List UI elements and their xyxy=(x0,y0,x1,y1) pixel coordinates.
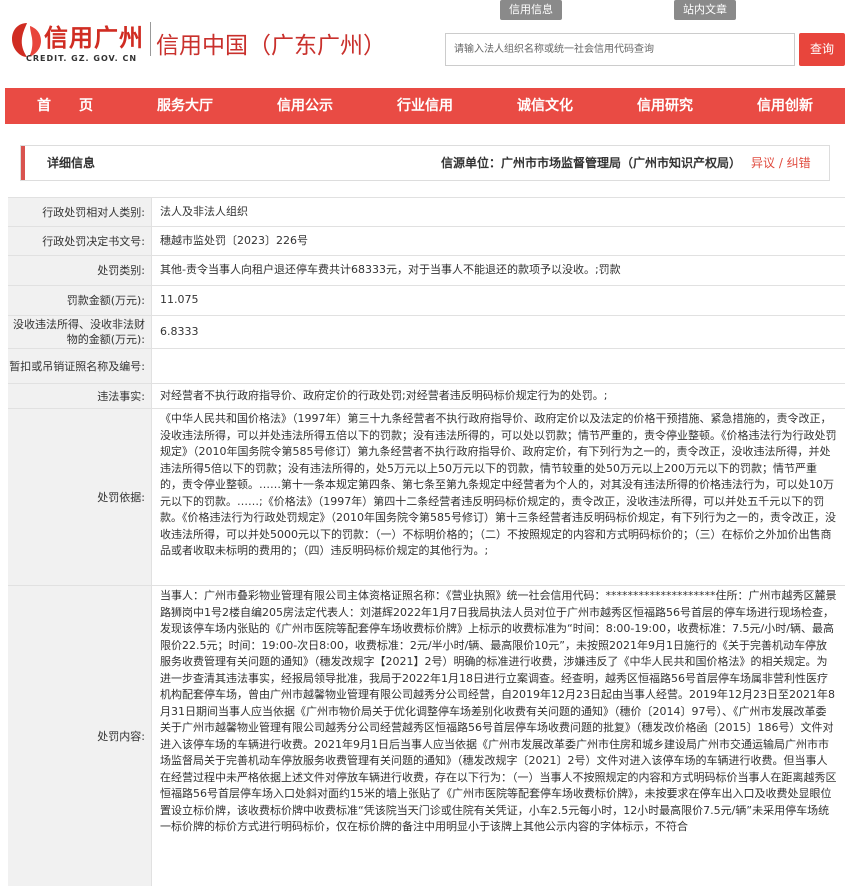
nav-item-credit-research[interactable]: 信用研究 xyxy=(605,88,725,124)
table-row: 行政处罚相对人类别: 法人及非法人组织 xyxy=(8,197,845,227)
main-nav: 首 页 服务大厅 信用公示 行业信用 诚信文化 信用研究 信用创新 xyxy=(5,88,845,124)
search-input[interactable]: 请输入法人组织名称或统一社会信用代码查询 xyxy=(445,33,795,66)
nav-item-credit-innovation[interactable]: 信用创新 xyxy=(725,88,845,124)
row-label: 没收违法所得、没收非法财物的金额(万元): xyxy=(8,316,151,348)
table-row: 处罚依据: 《中华人民共和国价格法》（1997年）第三十九条经营者不执行政府指导… xyxy=(8,409,845,586)
site-title: 信用中国（广东广州） xyxy=(156,33,386,59)
nav-item-credit-publicity[interactable]: 信用公示 xyxy=(245,88,365,124)
logo-text: 信用广州 xyxy=(44,24,144,52)
row-value: 11.075 xyxy=(151,286,845,315)
row-label: 处罚依据: xyxy=(8,409,151,585)
search-button[interactable]: 查询 xyxy=(799,33,845,66)
row-label: 行政处罚决定书文号: xyxy=(8,227,151,255)
row-value: 穗越市监处罚〔2023〕226号 xyxy=(151,227,845,255)
header-divider xyxy=(150,22,151,56)
row-value: 当事人：广州市叠彩物业管理有限公司主体资格证照名称：《营业执照》统一社会信用代码… xyxy=(151,586,845,886)
row-label: 处罚内容: xyxy=(8,586,151,886)
nav-item-service-hall[interactable]: 服务大厅 xyxy=(125,88,245,124)
source-unit: 信源单位：广州市市场监督管理局（广州市知识产权局） xyxy=(441,156,742,170)
row-value: 6.8333 xyxy=(151,316,845,348)
table-row: 行政处罚决定书文号: 穗越市监处罚〔2023〕226号 xyxy=(8,227,845,256)
detail-title: 详细信息 xyxy=(47,156,96,170)
detail-accent xyxy=(21,146,25,180)
nav-item-integrity-culture[interactable]: 诚信文化 xyxy=(485,88,605,124)
row-label: 处罚类别: xyxy=(8,256,151,285)
row-value: 对经营者不执行政府指导价、政府定价的行政处罚;对经营者违反明码标价规定行为的处罚… xyxy=(151,384,845,408)
tab-site-articles[interactable]: 站内文章 xyxy=(674,0,736,20)
row-label: 罚款金额(万元): xyxy=(8,286,151,315)
row-value: 其他-责令当事人向租户退还停车费共计68333元，对于当事人不能退还的款项予以没… xyxy=(151,256,845,285)
table-row: 处罚类别: 其他-责令当事人向租户退还停车费共计68333元，对于当事人不能退还… xyxy=(8,256,845,286)
nav-item-home[interactable]: 首 页 xyxy=(5,88,125,124)
row-label: 违法事实: xyxy=(8,384,151,408)
row-value: 《中华人民共和国价格法》（1997年）第三十九条经营者不执行政府指导价、政府定价… xyxy=(151,409,845,585)
tab-credit-info[interactable]: 信用信息 xyxy=(500,0,562,20)
row-value xyxy=(151,349,845,383)
table-row: 处罚内容: 当事人：广州市叠彩物业管理有限公司主体资格证照名称：《营业执照》统一… xyxy=(8,586,845,886)
table-row: 没收违法所得、没收非法财物的金额(万元): 6.8333 xyxy=(8,316,845,349)
table-row: 罚款金额(万元): 11.075 xyxy=(8,286,845,316)
detail-table: 行政处罚相对人类别: 法人及非法人组织 行政处罚决定书文号: 穗越市监处罚〔20… xyxy=(8,197,845,886)
detail-header: 详细信息 信源单位：广州市市场监督管理局（广州市知识产权局） 异议 / 纠错 xyxy=(20,145,830,181)
site-header: 信用广州 CREDIT. GZ. GOV. CN 信用中国（广东广州） 信用信息… xyxy=(0,0,849,86)
logo-subtitle: CREDIT. GZ. GOV. CN xyxy=(26,54,138,63)
site-logo[interactable]: 信用广州 CREDIT. GZ. GOV. CN xyxy=(10,18,150,68)
row-label: 行政处罚相对人类别: xyxy=(8,198,151,226)
row-label: 暂扣或吊销证照名称及编号: xyxy=(8,349,151,383)
objection-correction-link[interactable]: 异议 / 纠错 xyxy=(751,146,811,180)
table-row: 违法事实: 对经营者不执行政府指导价、政府定价的行政处罚;对经营者违反明码标价规… xyxy=(8,384,845,409)
table-row: 暂扣或吊销证照名称及编号: xyxy=(8,349,845,384)
nav-item-industry-credit[interactable]: 行业信用 xyxy=(365,88,485,124)
row-value: 法人及非法人组织 xyxy=(151,198,845,226)
